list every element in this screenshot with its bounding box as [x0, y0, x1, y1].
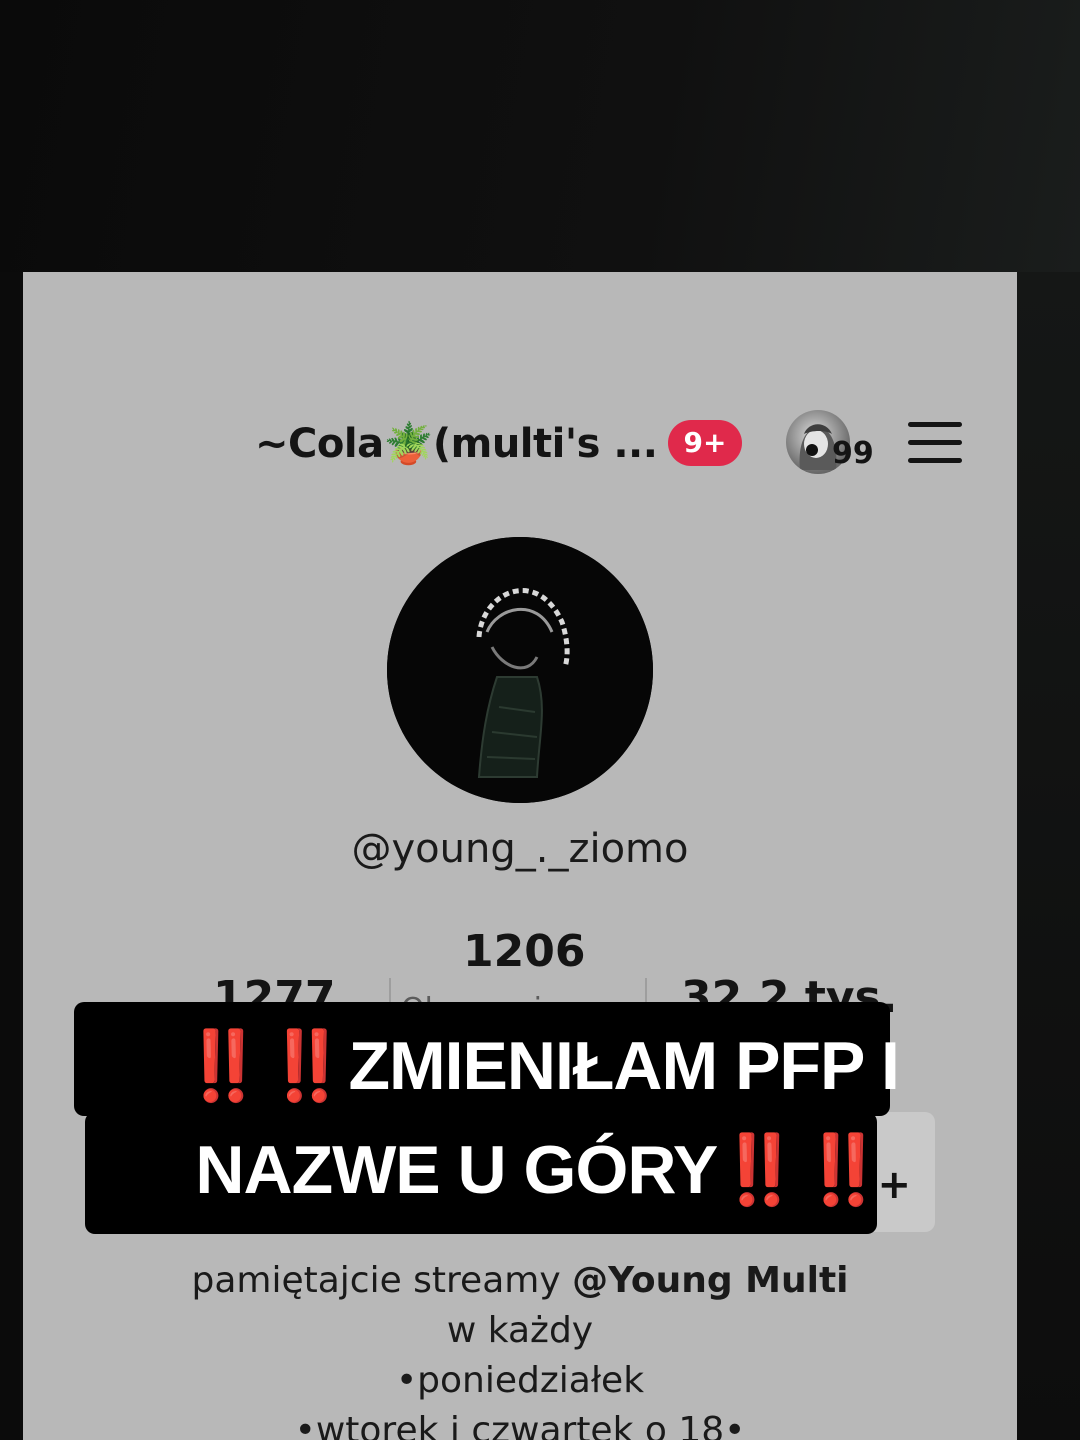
- profile-screenshot: ~Cola🪴(multi's ... 9+ 99 @young_._ziomo …: [23, 272, 1017, 1440]
- bio-line: •wtorek i czwartek o 18•: [294, 1410, 746, 1440]
- notification-badge[interactable]: 9+: [668, 420, 742, 466]
- dark-background-top: [0, 0, 1080, 272]
- bio-line: w każdy: [446, 1310, 594, 1351]
- caption-text: ZMIENIŁAM PFP I: [348, 1028, 899, 1104]
- profile-display-name: ~Cola🪴(multi's ...: [255, 421, 658, 467]
- followers-count[interactable]: 1206: [463, 926, 585, 977]
- dark-background-right: [1017, 272, 1080, 1440]
- profile-username: @young_._ziomo: [351, 826, 689, 872]
- caption-line-2: NAZWE U GÓRY‼️‼️: [0, 1130, 1080, 1210]
- double-exclamation-icon: ‼️‼️: [181, 1028, 349, 1104]
- profile-bio: pamiętajcie streamy @Young Multi w każdy…: [23, 1256, 1017, 1440]
- bio-text: pamiętajcie streamy: [191, 1260, 573, 1301]
- caption-line-1: ‼️‼️ZMIENIŁAM PFP I: [0, 1026, 1080, 1106]
- profile-picture[interactable]: [387, 537, 653, 803]
- caption-text: NAZWE U GÓRY: [195, 1132, 718, 1208]
- avatar-count: 99: [832, 436, 874, 471]
- profile-picture-image: [387, 537, 653, 803]
- hamburger-menu-icon[interactable]: [908, 422, 962, 464]
- bio-line: •poniedziałek: [395, 1360, 645, 1401]
- bio-mention-link[interactable]: @Young Multi: [572, 1260, 848, 1301]
- double-exclamation-icon: ‼️‼️: [717, 1132, 885, 1208]
- bio-line: pamiętajcie streamy @Young Multi: [23, 1256, 1017, 1306]
